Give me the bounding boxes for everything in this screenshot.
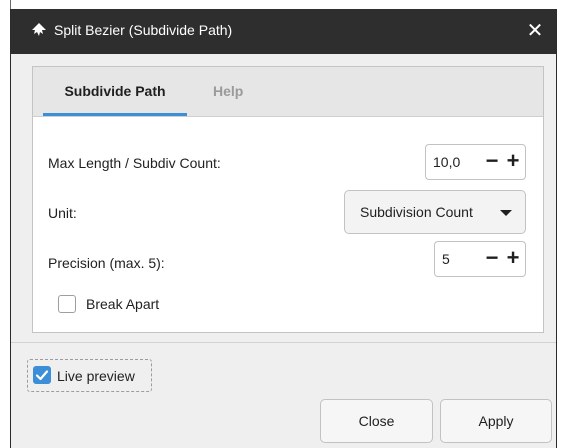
- precision-spinbox: 5 − +: [434, 241, 526, 277]
- precision-increment-button[interactable]: +: [502, 242, 524, 276]
- max-length-label: Max Length / Subdiv Count:: [48, 155, 221, 171]
- live-preview-label: Live preview: [57, 368, 135, 384]
- unit-selected-value: Subdivision Count: [360, 204, 473, 220]
- footer-separator: [11, 342, 556, 343]
- inkscape-icon: [32, 23, 46, 36]
- precision-input[interactable]: 5: [442, 251, 450, 267]
- title-bar[interactable]: Split Bezier (Subdivide Path) ✕: [11, 9, 556, 54]
- window-close-button[interactable]: ✕: [523, 17, 547, 45]
- precision-decrement-button[interactable]: −: [481, 242, 503, 276]
- dropdown-arrow-icon: [500, 210, 512, 216]
- checkmark-icon: [35, 370, 49, 381]
- close-button[interactable]: Close: [320, 399, 433, 443]
- max-length-increment-button[interactable]: +: [502, 145, 524, 179]
- dialog-window: Split Bezier (Subdivide Path) ✕ Subdivid…: [10, 9, 557, 448]
- tab-help[interactable]: Help: [213, 67, 263, 116]
- max-length-input[interactable]: 10,0: [433, 154, 460, 170]
- break-apart-checkbox[interactable]: [58, 295, 76, 313]
- break-apart-label: Break Apart: [86, 296, 160, 312]
- active-tab-indicator: [43, 113, 187, 116]
- window-title: Split Bezier (Subdivide Path): [54, 22, 233, 38]
- live-preview-toggle[interactable]: Live preview: [27, 359, 152, 392]
- tab-subdivide-path-label: Subdivide Path: [64, 83, 166, 99]
- max-length-decrement-button[interactable]: −: [481, 145, 503, 179]
- unit-label: Unit:: [48, 205, 77, 221]
- max-length-spinbox: 10,0 − +: [425, 144, 526, 180]
- apply-button[interactable]: Apply: [440, 399, 552, 443]
- tab-panel: Subdivide Path Help Max Length / Subdiv …: [32, 66, 544, 333]
- tab-bar: Subdivide Path Help: [33, 67, 543, 117]
- tab-subdivide-path[interactable]: Subdivide Path: [43, 67, 187, 116]
- unit-dropdown[interactable]: Subdivision Count: [344, 190, 526, 234]
- live-preview-checkbox[interactable]: [33, 366, 51, 384]
- precision-label: Precision (max. 5):: [48, 255, 165, 271]
